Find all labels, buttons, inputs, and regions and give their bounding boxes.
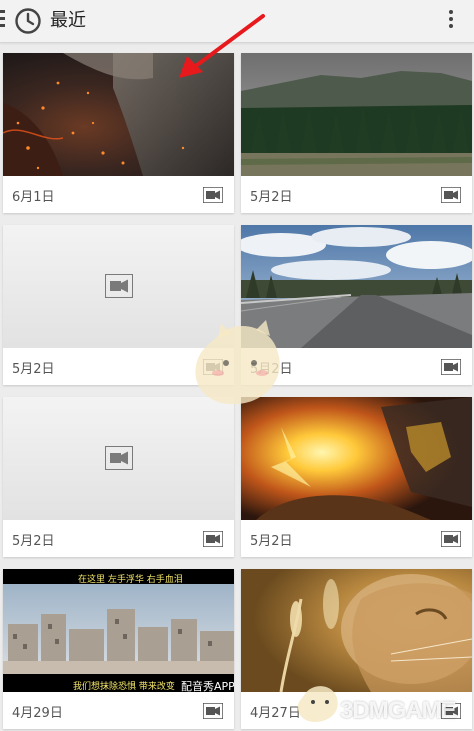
video-camera-icon xyxy=(105,274,133,298)
gallery-app: 最近 6月1日 5月2日 5月2日 5月2日 5月2日 5月2日 在这里 左手浮… xyxy=(0,0,474,731)
media-item[interactable]: 5月2日 xyxy=(241,397,472,557)
video-camera-icon xyxy=(105,446,133,470)
clock-icon[interactable] xyxy=(14,7,42,35)
video-subtitle-bottom: 我们想抹除恐惧 带来改变 xyxy=(73,682,175,692)
media-item[interactable]: 5月2日 xyxy=(3,225,234,385)
video-camera-icon xyxy=(203,187,223,203)
video-overlay-brand: 配音秀APP xyxy=(181,680,234,692)
item-date: 6月1日 xyxy=(12,190,55,205)
video-camera-icon xyxy=(441,187,461,203)
video-thumbnail-placeholder xyxy=(3,225,234,348)
video-thumbnail xyxy=(241,53,472,176)
video-thumbnail xyxy=(241,569,472,692)
item-date: 5月2日 xyxy=(250,362,293,377)
video-subtitle-top: 在这里 左手浮华 右手血泪 xyxy=(78,575,183,585)
video-thumbnail xyxy=(241,225,472,348)
media-item[interactable]: 5月2日 xyxy=(241,225,472,385)
video-thumbnail: 在这里 左手浮华 右手血泪 我们想抹除恐惧 带来改变 配音秀APP xyxy=(3,569,234,692)
video-thumbnail-placeholder xyxy=(3,397,234,520)
item-date: 4月29日 xyxy=(12,706,63,721)
overflow-menu-icon[interactable] xyxy=(447,10,455,32)
media-item[interactable]: 6月1日 xyxy=(3,53,234,213)
item-date: 5月2日 xyxy=(12,362,55,377)
item-date: 5月2日 xyxy=(250,190,293,205)
item-date: 4月27日 xyxy=(250,706,301,721)
video-camera-icon xyxy=(441,359,461,375)
menu-icon[interactable] xyxy=(0,10,6,32)
video-thumbnail xyxy=(241,397,472,520)
item-date: 5月2日 xyxy=(12,534,55,549)
video-camera-icon xyxy=(441,531,461,547)
video-camera-icon xyxy=(203,359,223,375)
video-camera-icon xyxy=(203,703,223,719)
item-date: 5月2日 xyxy=(250,534,293,549)
watermark-text: 3DMGAME xyxy=(340,697,457,724)
video-camera-icon xyxy=(203,531,223,547)
top-app-bar: 最近 xyxy=(0,0,474,43)
page-title: 最近 xyxy=(50,10,86,31)
media-item[interactable]: 5月2日 xyxy=(241,53,472,213)
video-thumbnail xyxy=(3,53,234,176)
media-item[interactable]: 5月2日 xyxy=(3,397,234,557)
media-item[interactable]: 在这里 左手浮华 右手血泪 我们想抹除恐惧 带来改变 配音秀APP 4月29日 xyxy=(3,569,234,729)
